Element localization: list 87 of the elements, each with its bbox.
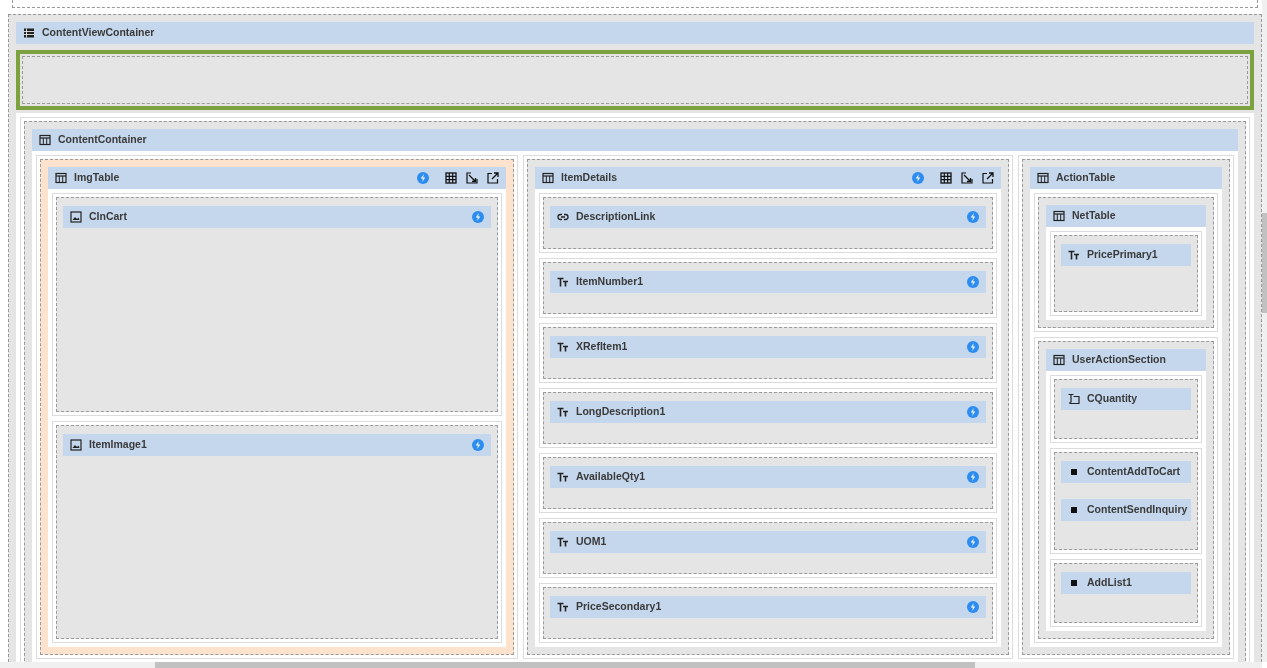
widget-title: AvailableQty1 [576, 469, 646, 485]
image-icon [70, 211, 82, 223]
widget-title: UOM1 [576, 534, 607, 550]
table-icon [1053, 353, 1065, 366]
container-panel[interactable]: ImgTable CInCart ItemImage1 [40, 159, 514, 655]
container-panel[interactable]: ActionTable NetTable PricePrimary1 UserActionSection CQuantity ContentAddToCart ContentSendInquiry AddList1 [1022, 159, 1230, 655]
lightning-icon[interactable] [967, 341, 979, 353]
grid-icon[interactable] [445, 172, 457, 184]
container-panel[interactable]: ItemDetails DescriptionLink ItemNumber1 XRefItem1 LongDescription1 AvailableQty1 UOM1 PriceSecondary1 [527, 159, 1009, 655]
list-icon [23, 27, 35, 39]
widget-title: AddList1 [1087, 574, 1132, 590]
lightning-icon[interactable] [967, 276, 979, 288]
widget-header[interactable]: CInCart [63, 206, 491, 228]
text-icon [557, 341, 569, 353]
widget-title: ActionTable [1056, 170, 1116, 186]
widget-title: ContentSendInquiry [1087, 501, 1188, 517]
widget-header[interactable]: ContentContainer [32, 129, 1238, 151]
lightning-icon[interactable] [472, 211, 484, 223]
table-icon [1037, 172, 1049, 184]
widget-title: PricePrimary1 [1087, 247, 1158, 263]
table-icon [1053, 210, 1065, 222]
text-icon [557, 536, 569, 548]
scrollbar-thumb[interactable] [155, 662, 975, 668]
table-icon [55, 172, 67, 184]
widget-title: ImgTable [74, 170, 120, 186]
table-icon [39, 134, 51, 146]
external-link-icon[interactable] [487, 172, 499, 184]
text-icon [557, 601, 569, 613]
drop-zone[interactable] [16, 50, 1254, 110]
vertical-scrollbar[interactable] [1262, 0, 1267, 662]
widget-title: ContentAddToCart [1087, 463, 1181, 479]
lightning-icon[interactable] [912, 172, 924, 184]
widget-header[interactable]: ActionTable [1030, 167, 1222, 189]
lightning-icon[interactable] [967, 601, 979, 613]
lightning-icon[interactable] [967, 211, 979, 223]
text-icon [557, 406, 569, 418]
widget-title: XRefItem1 [576, 339, 628, 355]
widget-header[interactable]: ContentViewContainer [16, 22, 1254, 44]
lightning-icon[interactable] [417, 172, 429, 184]
widget-header[interactable]: ItemImage1 [63, 433, 491, 456]
lightning-icon[interactable] [472, 438, 484, 451]
widget-header[interactable]: UOM1 [550, 531, 986, 553]
resize-icon[interactable] [961, 172, 973, 184]
widget-header[interactable]: PriceSecondary1 [550, 596, 986, 618]
text-icon [557, 276, 569, 288]
widget-title: ContentViewContainer [42, 25, 155, 41]
widget-header[interactable]: NetTable [1046, 205, 1206, 227]
lightning-icon[interactable] [967, 406, 979, 418]
container-panel[interactable]: NetTable PricePrimary1 [1038, 197, 1214, 328]
widget-title: ContentContainer [58, 132, 147, 148]
widget-title: PriceSecondary1 [576, 599, 662, 615]
table-icon [542, 172, 554, 184]
widget-header[interactable]: ItemDetails [535, 167, 1001, 189]
widget-title: UserActionSection [1072, 351, 1166, 367]
widget-header[interactable]: ContentSendInquiry [1061, 498, 1191, 521]
external-link-icon[interactable] [982, 172, 994, 184]
widget-title: ItemDetails [561, 170, 618, 186]
widget-header[interactable]: LongDescription1 [550, 401, 986, 423]
widget-title: ItemNumber1 [576, 274, 644, 290]
scrollbar-thumb[interactable] [1262, 213, 1267, 313]
resize-icon[interactable] [466, 172, 478, 184]
widget-title: CQuantity [1087, 390, 1138, 406]
widget-title: CInCart [89, 209, 127, 225]
link-icon [557, 211, 569, 223]
widget-header[interactable]: ItemNumber1 [550, 271, 986, 293]
widget-header[interactable]: AvailableQty1 [550, 466, 986, 488]
widget-header[interactable]: ImgTable [48, 167, 506, 189]
widget-header[interactable]: DescriptionLink [550, 206, 986, 228]
container-panel[interactable]: UserActionSection CQuantity ContentAddToCart ContentSendInquiry AddList1 [1038, 340, 1214, 639]
widget-header[interactable]: ContentAddToCart [1061, 460, 1191, 483]
widget-header[interactable]: UserActionSection [1046, 348, 1206, 371]
widget-title: ItemImage1 [89, 436, 147, 452]
grid-icon[interactable] [940, 172, 952, 184]
lightning-icon[interactable] [967, 536, 979, 548]
widget-header[interactable]: XRefItem1 [550, 336, 986, 358]
widget-title: DescriptionLink [576, 209, 656, 225]
text-icon [557, 471, 569, 483]
widget-header[interactable]: CQuantity [1061, 387, 1191, 410]
image-icon [70, 438, 82, 451]
widget-header[interactable]: PricePrimary1 [1061, 244, 1191, 266]
widget-title: NetTable [1072, 208, 1116, 224]
widget-header[interactable]: AddList1 [1061, 571, 1191, 594]
textbox-icon [1068, 392, 1080, 405]
horizontal-scrollbar[interactable] [0, 662, 1262, 668]
text-icon [1068, 249, 1080, 261]
widget-title: LongDescription1 [576, 404, 666, 420]
lightning-icon[interactable] [967, 471, 979, 483]
